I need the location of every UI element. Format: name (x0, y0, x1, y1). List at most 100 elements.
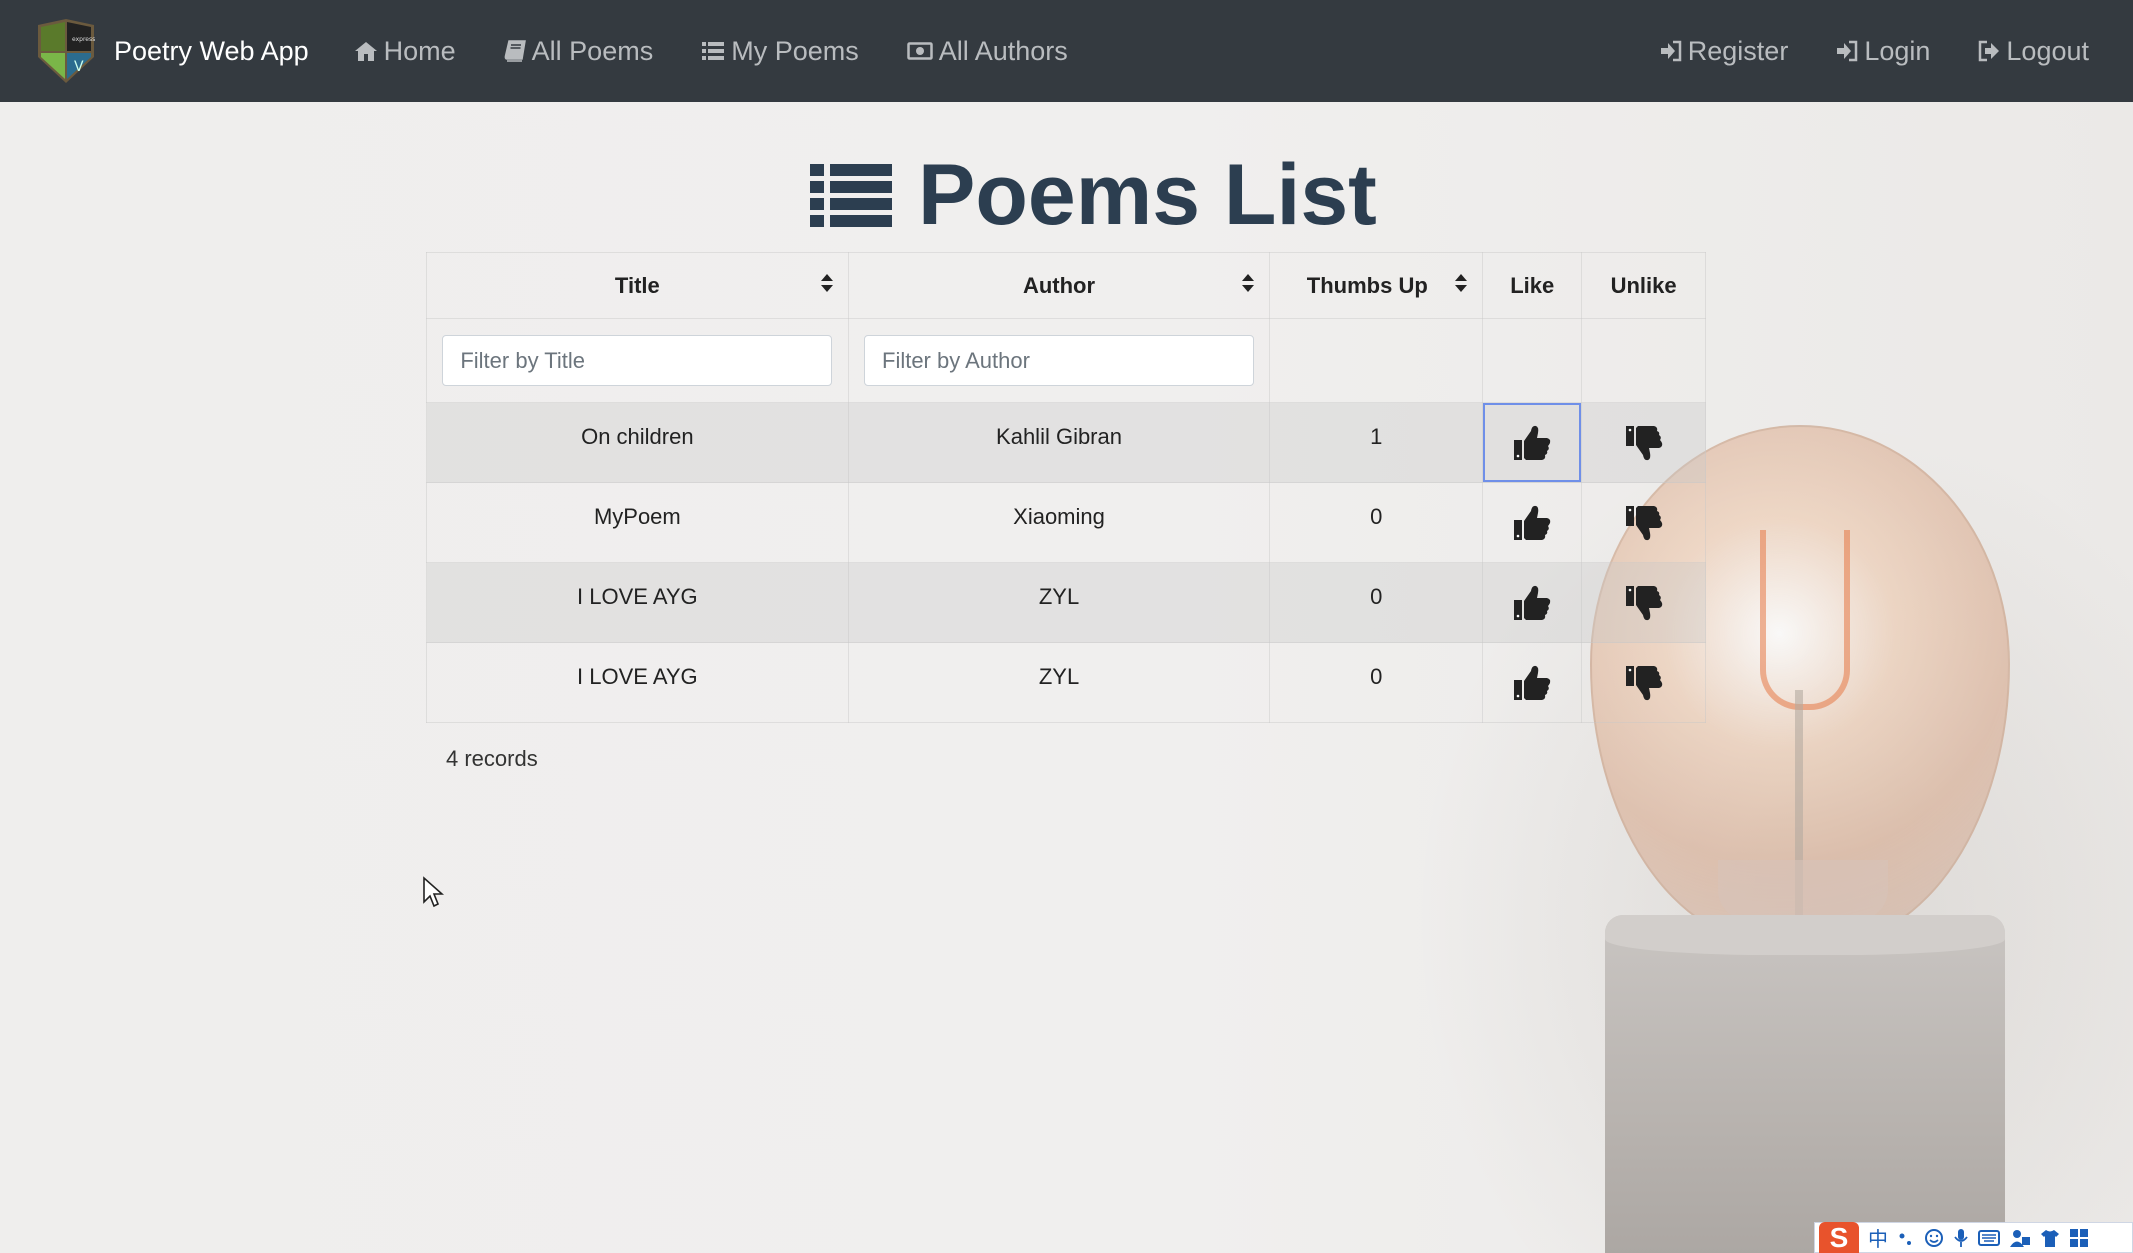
lamp-base-image (1605, 915, 2005, 1253)
column-header-title[interactable]: Title (426, 252, 849, 319)
like-cell (1482, 562, 1583, 643)
like-button[interactable] (1483, 483, 1581, 562)
column-header-author[interactable]: Author (847, 252, 1271, 319)
filter-author-input[interactable] (864, 335, 1254, 386)
unlike-cell (1581, 642, 1706, 723)
sort-icon[interactable] (1454, 273, 1468, 293)
list-icon (810, 163, 892, 227)
nav-logout-label: Logout (2006, 35, 2089, 66)
table-row: I LOVE AYG ZYL 0 (426, 642, 1706, 723)
filter-title-input[interactable] (442, 335, 833, 386)
nav-logout-link[interactable]: Logout (1978, 36, 2089, 67)
filter-empty-cell (1482, 318, 1583, 403)
punctuation-icon[interactable] (1897, 1228, 1915, 1248)
app-logo-icon: express V (32, 17, 100, 85)
nav-register-link[interactable]: Register (1660, 35, 1789, 67)
like-button[interactable] (1483, 643, 1581, 722)
nav-my-poems-link[interactable]: My Poems (701, 36, 859, 67)
lamp-filament-image (1760, 530, 1850, 710)
like-button[interactable] (1483, 563, 1581, 642)
nav-register-label: Register (1687, 35, 1789, 66)
table-row: On children Kahlil Gibran 1 (426, 402, 1706, 483)
microphone-icon[interactable] (1953, 1228, 1969, 1248)
thumbs-up-count: 1 (1269, 402, 1484, 483)
records-count: 4 records (446, 746, 538, 771)
thumbs-up-count: 0 (1269, 482, 1484, 563)
svg-text:V: V (74, 59, 84, 75)
filter-author-cell (847, 318, 1271, 403)
nav-login-label: Login (1864, 35, 1931, 66)
table-row: I LOVE AYG ZYL 0 (426, 562, 1706, 643)
thumbs-down-icon (1625, 585, 1662, 620)
unlike-cell (1581, 402, 1706, 483)
table-row: MyPoem Xiaoming 0 (426, 482, 1706, 563)
poems-table: Title Author Thumbs Up Like Unlike Filte… (426, 252, 1706, 723)
page-title: Poems List (810, 146, 1377, 245)
poem-title-cell[interactable]: I LOVE AYG (426, 562, 849, 643)
brand-link[interactable]: express V Poetry Web App (32, 17, 309, 85)
lamp-neck-image (1718, 860, 1888, 920)
column-header-thumbs-up[interactable]: Thumbs Up (1269, 252, 1484, 319)
column-header-title-label: Title (614, 272, 660, 298)
sort-icon[interactable] (820, 273, 834, 293)
nav-home-link[interactable]: Home (354, 36, 456, 67)
filter-title-cell (426, 318, 849, 403)
poem-author-cell[interactable]: Xiaoming (847, 482, 1271, 563)
unlike-button[interactable] (1595, 563, 1693, 642)
nav-home-label: Home (383, 35, 456, 66)
filter-row (426, 318, 1706, 403)
nav-all-poems-label: All Poems (531, 35, 654, 66)
toolbox-grid-icon[interactable] (2069, 1228, 2089, 1248)
money-bill-icon (906, 42, 933, 60)
like-cell (1482, 402, 1583, 483)
poem-title-cell[interactable]: I LOVE AYG (426, 642, 849, 723)
thumbs-down-icon (1625, 505, 1662, 540)
nav-login-link[interactable]: Login (1836, 36, 1930, 67)
thumbs-up-icon (1514, 425, 1551, 460)
thumbs-up-count: 0 (1269, 642, 1484, 723)
svg-text:express: express (72, 36, 95, 43)
unlike-button[interactable] (1595, 643, 1693, 722)
ime-logo[interactable]: S (1819, 1222, 1859, 1253)
sort-icon[interactable] (1241, 273, 1255, 293)
poem-author-cell[interactable]: ZYL (847, 642, 1271, 723)
top-navbar: express V Poetry Web App Home All Poems … (0, 0, 2133, 102)
thumbs-down-icon (1625, 665, 1662, 700)
thumbs-up-icon (1514, 505, 1551, 540)
nav-all-poems-link[interactable]: All Poems (504, 35, 654, 67)
like-cell (1482, 642, 1583, 723)
poem-author-cell[interactable]: Kahlil Gibran (847, 402, 1271, 483)
thumbs-up-icon (1514, 585, 1551, 620)
unlike-button[interactable] (1595, 483, 1693, 562)
column-header-unlike: Unlike (1581, 252, 1706, 319)
unlike-cell (1581, 482, 1706, 563)
column-header-unlike-label: Unlike (1610, 272, 1677, 298)
unlike-button[interactable] (1595, 403, 1693, 482)
brand-name: Poetry Web App (114, 35, 309, 66)
like-button[interactable] (1483, 403, 1582, 482)
poem-title-cell[interactable]: On children (426, 402, 849, 483)
thumbs-up-count: 0 (1269, 562, 1484, 643)
sign-in-icon (1660, 40, 1682, 62)
emoji-icon[interactable] (1924, 1228, 1944, 1248)
user-icon[interactable] (2009, 1228, 2031, 1248)
list-icon (702, 42, 725, 60)
book-icon (504, 40, 526, 62)
thumbs-down-icon (1625, 425, 1662, 460)
column-header-like: Like (1482, 252, 1583, 319)
poem-title-cell[interactable]: MyPoem (426, 482, 849, 563)
ime-toolbar: S 中 (1814, 1222, 2133, 1253)
column-header-author-label: Author (1022, 272, 1096, 298)
mouse-cursor-icon (423, 876, 444, 908)
home-icon (354, 42, 377, 61)
ime-mode-indicator[interactable]: 中 (1868, 1223, 1888, 1252)
skin-shirt-icon[interactable] (2040, 1228, 2060, 1248)
table-header-row: Title Author Thumbs Up Like Unlike (426, 252, 1706, 319)
column-header-like-label: Like (1510, 272, 1555, 298)
keyboard-icon[interactable] (1978, 1229, 2000, 1247)
poem-author-cell[interactable]: ZYL (847, 562, 1271, 643)
nav-left-links: Home All Poems My Poems All Authors (354, 36, 1068, 67)
nav-all-authors-label: All Authors (938, 35, 1068, 66)
nav-all-authors-link[interactable]: All Authors (906, 35, 1068, 67)
like-cell (1482, 482, 1583, 563)
